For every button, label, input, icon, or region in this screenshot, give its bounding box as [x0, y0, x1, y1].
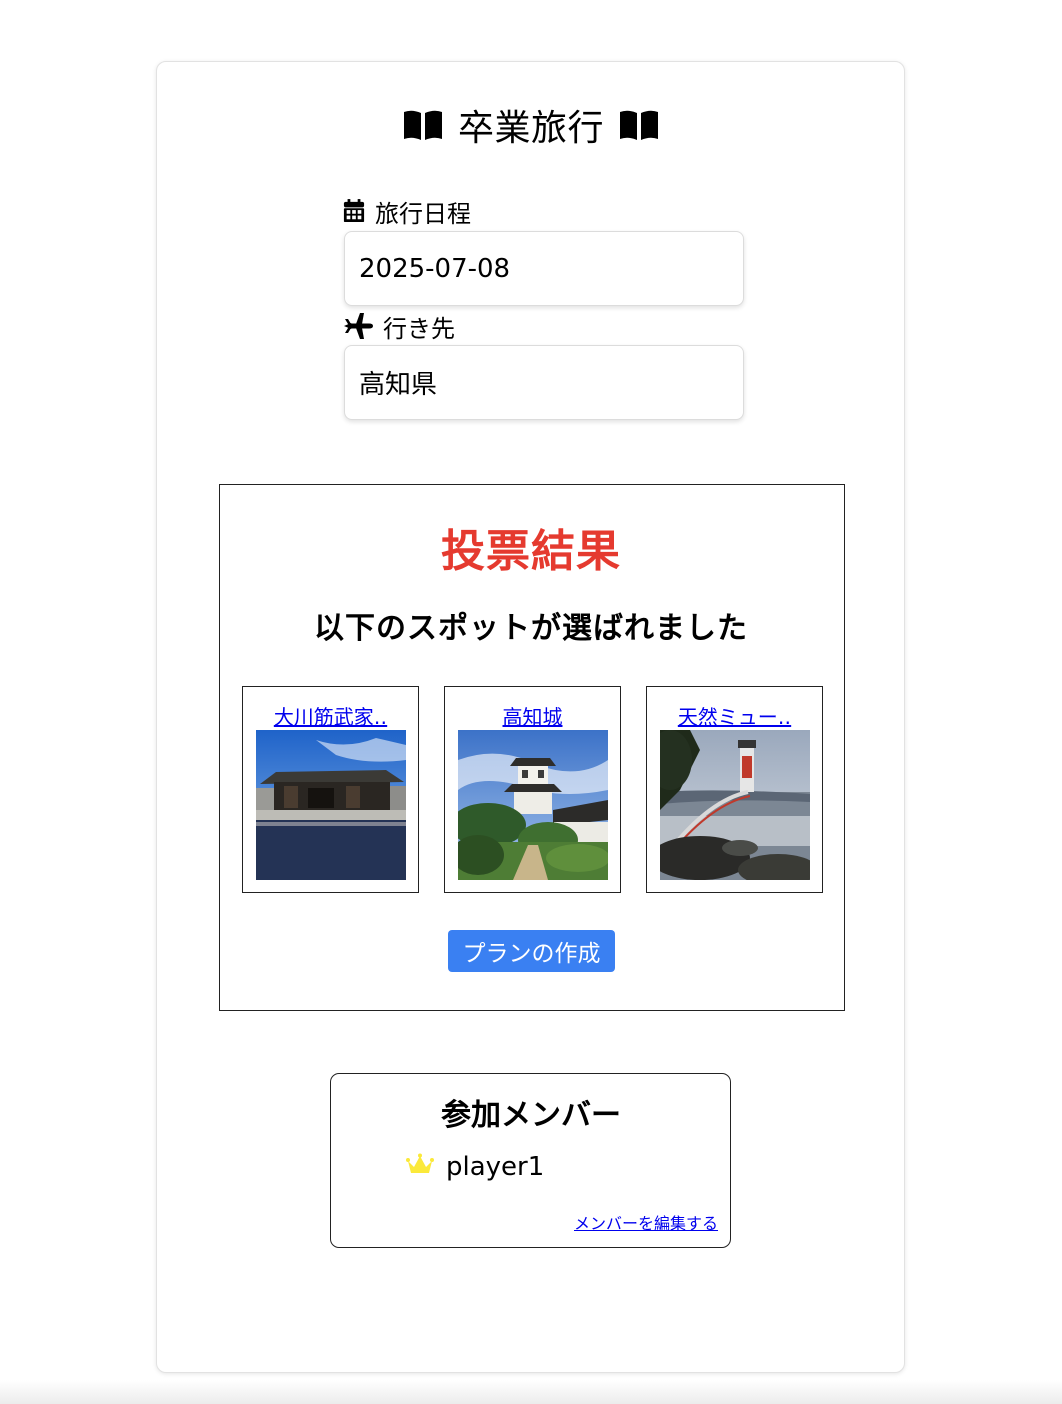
date-field[interactable]: 2025-07-08 [344, 231, 744, 306]
page-title: 卒業旅行 [457, 108, 604, 149]
spot-card: 大川筋武家‥ [242, 686, 419, 893]
date-label-text: 旅行日程 [375, 199, 471, 228]
members-title: 参加メンバー [441, 1098, 621, 1133]
spot-link[interactable]: 天然ミュー‥ [647, 701, 822, 730]
book-open-icon [618, 108, 660, 142]
spot-photo [660, 730, 810, 880]
member-name: player1 [446, 1152, 545, 1182]
vote-result-title: 投票結果 [441, 526, 621, 577]
destination-label: 行き先 [343, 311, 455, 343]
spot-card: 天然ミュー‥ [646, 686, 823, 893]
book-open-icon [402, 108, 444, 142]
edit-members-link[interactable]: メンバーを編集する [574, 1210, 718, 1234]
airplane-icon [343, 313, 373, 339]
destination-label-text: 行き先 [383, 314, 455, 343]
spot-link[interactable]: 高知城 [445, 701, 620, 730]
crown-icon [406, 1152, 434, 1182]
calendar-icon [343, 199, 365, 223]
spot-card: 高知城 [444, 686, 621, 893]
spot-link[interactable]: 大川筋武家‥ [243, 701, 418, 730]
page-header: 卒業旅行 [0, 100, 1062, 150]
create-plan-button[interactable]: プランの作成 [448, 930, 615, 972]
date-label: 旅行日程 [343, 196, 471, 228]
vote-result-subtitle: 以下のスポットが選ばれました [314, 611, 748, 646]
page-bottom-shadow [0, 1380, 1062, 1404]
spot-photo [458, 730, 608, 880]
spot-photo [256, 730, 406, 880]
member-item: player1 [406, 1150, 544, 1184]
destination-field[interactable]: 高知県 [344, 345, 744, 420]
